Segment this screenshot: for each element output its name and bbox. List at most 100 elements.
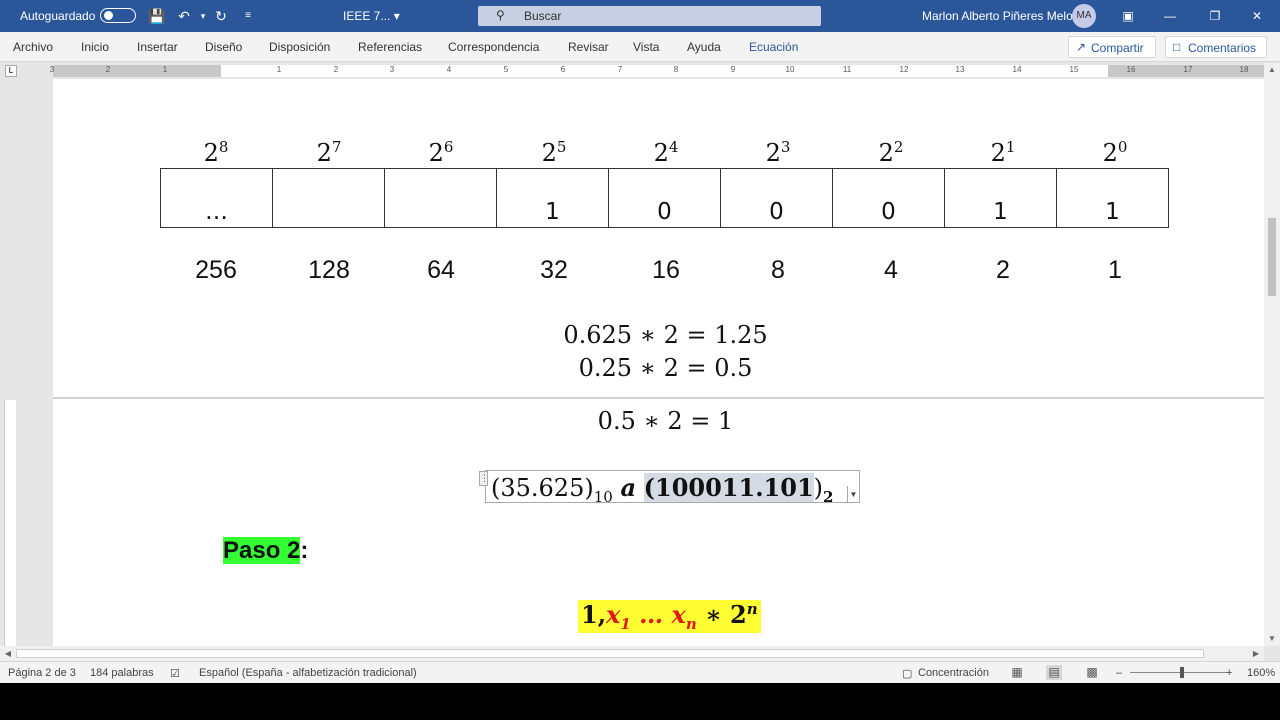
read-mode-icon[interactable]: ▦ [1009,665,1025,680]
zoom-slider[interactable] [1130,672,1228,673]
tab-inicio[interactable]: Inicio [81,40,109,54]
title-bar: Autoguardado 💾 ↶ ▾ ↻ ≡ IEEE 7... ▾ ⚲ Bus… [0,0,1280,32]
close-icon[interactable]: ✕ [1242,4,1272,28]
bit-cell[interactable]: 1 [944,168,1057,228]
tab-archivo[interactable]: Archivo [13,40,53,54]
customize-toolbar-icon[interactable]: ≡ [238,6,258,26]
conversion-equation[interactable]: (35.625)10 a (100011.101)2 [491,473,833,506]
equation-options-dropdown-icon[interactable]: ▼ [847,486,859,502]
autosave-label: Autoguardado [20,9,96,23]
tab-ecuacion[interactable]: Ecuación [749,40,798,54]
weight-value: 8 [771,256,785,284]
vertical-ruler[interactable] [4,400,16,646]
ribbon-tabs: Archivo Inicio Insertar Diseño Disposici… [0,32,1280,62]
scroll-down-icon[interactable]: ▼ [1264,632,1280,646]
horizontal-scrollbar[interactable]: ◀ ▶ [0,646,1264,661]
bit-cell[interactable]: 0 [832,168,945,228]
avatar[interactable]: MA [1072,4,1096,28]
proofing-icon[interactable]: ☑ [170,667,180,680]
search-placeholder: Buscar [524,9,562,23]
web-layout-icon[interactable]: ▩ [1084,665,1100,680]
tab-vista[interactable]: Vista [633,40,659,54]
undo-icon[interactable]: ↶ [174,6,194,26]
weight-value: 256 [195,256,237,284]
scroll-thumb[interactable] [16,649,1204,658]
weight-value: 32 [540,256,568,284]
weight-value: 16 [652,256,680,284]
minimize-icon[interactable]: — [1155,4,1185,28]
zoom-out-icon[interactable]: – [1116,667,1122,679]
normalized-formula[interactable]: 1,x1 … xn ∗ 2n [578,600,761,633]
undo-dropdown-icon[interactable]: ▾ [193,6,213,26]
bit-cell[interactable]: 0 [720,168,833,228]
equation-selection[interactable]: (100011.101 [643,473,814,502]
power-label: 23 [765,138,791,167]
tab-selector-icon[interactable]: L [5,65,17,77]
page-count[interactable]: Página 2 de 3 [8,667,76,679]
bit-cell[interactable]: 1 [1056,168,1169,228]
print-layout-icon[interactable]: ▤ [1046,665,1062,680]
scroll-right-icon[interactable]: ▶ [1248,646,1264,661]
restore-icon[interactable]: ❐ [1200,4,1230,28]
share-button[interactable]: ↗ Compartir [1068,36,1156,58]
weight-value: 4 [884,256,898,284]
document-title[interactable]: IEEE 7... ▾ [343,9,400,23]
tab-insertar[interactable]: Insertar [137,40,178,54]
autosave-toggle[interactable] [100,8,136,23]
focus-mode[interactable]: Concentración [918,667,989,679]
power-label: 20 [1102,138,1128,167]
bit-cell[interactable]: … [160,168,273,228]
zoom-in-icon[interactable]: + [1226,667,1232,679]
power-label: 25 [541,138,567,167]
ribbon-display-icon[interactable]: ▣ [1113,4,1143,28]
fraction-equation[interactable]: 0.5 ∗ 2 = 1 [0,407,1280,435]
power-label: 28 [203,138,229,167]
power-label: 26 [428,138,454,167]
power-label: 27 [316,138,342,167]
language-status[interactable]: Español (España - alfabetización tradici… [199,667,417,679]
table-row: … 1 0 0 0 1 1 [160,168,1169,228]
scroll-left-icon[interactable]: ◀ [0,646,16,661]
vertical-scrollbar[interactable]: ▲ ▼ [1264,63,1280,646]
scroll-up-icon[interactable]: ▲ [1264,63,1280,77]
weight-value: 128 [308,256,350,284]
bit-cell[interactable] [272,168,385,228]
fraction-equation[interactable]: 0.25 ∗ 2 = 0.5 [0,354,1280,382]
scroll-thumb[interactable] [1268,218,1276,296]
bit-cell[interactable]: 0 [608,168,721,228]
equation-move-handle-icon[interactable]: ⋮ [479,471,489,486]
focus-icon[interactable]: ▢ [902,667,912,680]
save-icon[interactable]: 💾 [147,6,167,26]
fraction-equation[interactable]: 0.625 ∗ 2 = 1.25 [0,321,1280,349]
power-label: 24 [653,138,679,167]
bits-table[interactable]: … 1 0 0 0 1 1 [160,168,1169,228]
power-label: 21 [990,138,1016,167]
word-count[interactable]: 184 palabras [90,667,154,679]
tab-referencias[interactable]: Referencias [358,40,422,54]
search-icon: ⚲ [496,8,505,22]
power-label: 22 [878,138,904,167]
user-name[interactable]: Marlon Alberto Piñeres Melo [922,9,1073,23]
zoom-level[interactable]: 160% [1247,667,1275,679]
search-box[interactable]: ⚲ Buscar [478,6,821,26]
bit-cell[interactable]: 1 [496,168,609,228]
redo-icon[interactable]: ↻ [211,6,231,26]
step-heading[interactable]: Paso 2: [223,537,308,565]
tab-revisar[interactable]: Revisar [568,40,609,54]
tab-diseno[interactable]: Diseño [205,40,242,54]
share-icon: ↗ [1076,40,1087,54]
weight-value: 64 [427,256,455,284]
tab-correspondencia[interactable]: Correspondencia [448,40,539,54]
weight-value: 1 [1108,256,1122,284]
tab-disposicion[interactable]: Disposición [269,40,330,54]
tab-ayuda[interactable]: Ayuda [687,40,721,54]
bit-cell[interactable] [384,168,497,228]
horizontal-ruler[interactable]: L 3 2 1 1 2 3 4 5 6 7 8 9 10 11 12 13 14… [0,63,1280,79]
status-bar: Página 2 de 3 184 palabras ☑ Español (Es… [0,661,1280,683]
page-break [53,397,1264,399]
word-window: Autoguardado 💾 ↶ ▾ ↻ ≡ IEEE 7... ▾ ⚲ Bus… [0,0,1280,683]
weight-value: 2 [996,256,1010,284]
equation-box[interactable]: ⋮ (35.625)10 a (100011.101)2 ▼ [479,470,860,506]
zoom-slider-thumb[interactable] [1180,667,1184,678]
comments-button[interactable]: □ Comentarios [1165,36,1267,58]
